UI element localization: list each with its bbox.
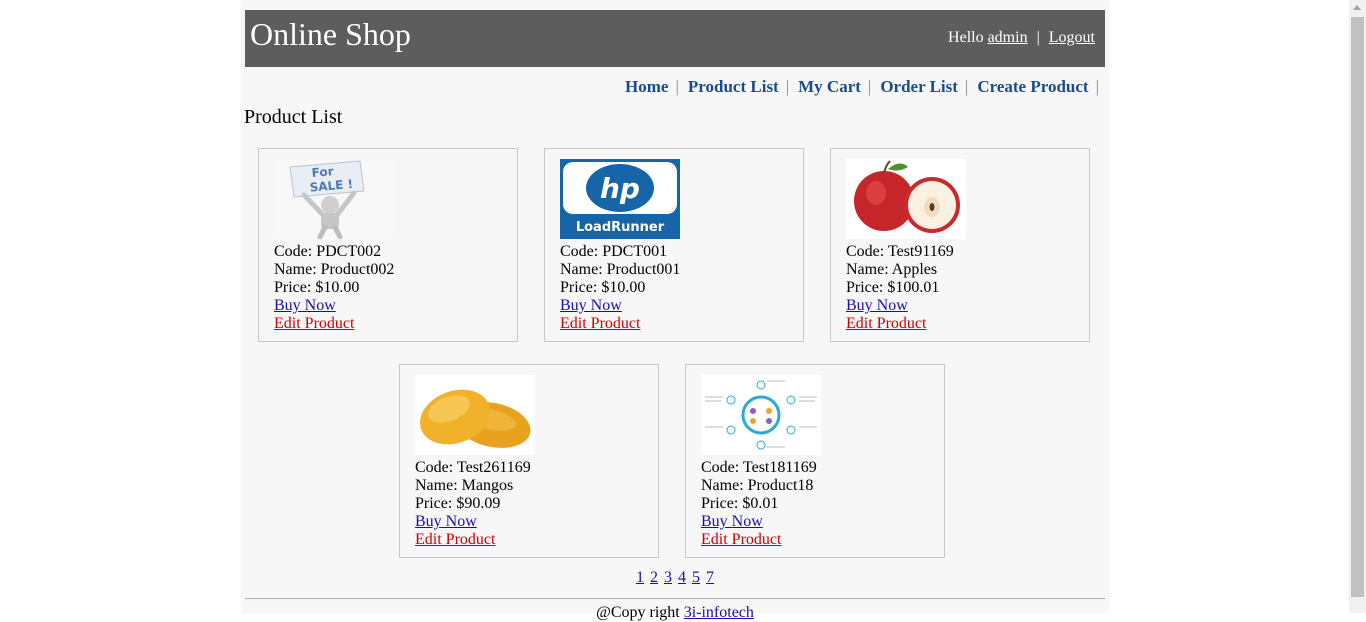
page-link-7[interactable]: 7 — [706, 569, 714, 586]
menu-separator: | — [867, 77, 872, 96]
footer: @Copy right 3i-infotech — [241, 604, 1109, 622]
pagination: 1 2 3 4 5 7 — [241, 569, 1109, 587]
footer-divider — [245, 598, 1105, 599]
hp-loadrunner-logo-image[interactable]: hp LoadRunner — [560, 159, 680, 239]
page-link-4[interactable]: 4 — [678, 569, 686, 586]
product-code: Code: PDCT002 — [274, 243, 382, 260]
product-code: Code: Test91169 — [846, 243, 954, 260]
page-link-5[interactable]: 5 — [692, 569, 700, 586]
product-card: Code: Test181169 Name: Product18 Price: … — [685, 364, 945, 558]
product-info: Code: Test181169 Name: Product18 Price: … — [701, 459, 817, 549]
product-card: Code: Test91169 Name: Apples Price: $100… — [830, 148, 1090, 342]
mango-photo-image[interactable] — [415, 375, 535, 455]
site-title: Online Shop — [250, 16, 411, 52]
buy-now-link[interactable]: Buy Now — [274, 297, 336, 314]
logout-link[interactable]: Logout — [1049, 29, 1095, 46]
product-card: hp LoadRunner Code: PDCT001 Name: Produc… — [544, 148, 804, 342]
product-name: Name: Product18 — [701, 477, 814, 494]
loadrunner-text: LoadRunner — [576, 220, 665, 235]
product-price: Price: $100.01 — [846, 279, 940, 296]
main-menu: Home | Product List | My Cart | Order List | Cre… — [625, 77, 1099, 97]
menu-separator: | — [675, 77, 679, 96]
menu-separator: | — [964, 77, 969, 96]
diagram-thumbnail-image[interactable] — [701, 375, 821, 455]
product-price: Price: $10.00 — [560, 279, 646, 296]
edit-product-link[interactable]: Edit Product — [415, 531, 495, 548]
edit-product-link[interactable]: Edit Product — [846, 315, 926, 332]
username-link[interactable]: admin — [988, 29, 1028, 46]
product-price: Price: $0.01 — [701, 495, 779, 512]
product-info: Code: Test261169 Name: Mangos Price: $90… — [415, 459, 531, 549]
page-container: Online Shop Hello admin | Logout Home | Pr… — [241, 0, 1109, 621]
buy-now-link[interactable]: Buy Now — [415, 513, 477, 530]
product-price: Price: $10.00 — [274, 279, 360, 296]
edit-product-link[interactable]: Edit Product — [560, 315, 640, 332]
for-sale-figure-image[interactable]: For SALE ! — [274, 159, 394, 239]
hp-logo-text: hp — [600, 172, 640, 205]
vertical-scrollbar[interactable] — [1349, 0, 1366, 613]
user-area: Hello admin | Logout — [948, 28, 1095, 48]
menu-separator: | — [1095, 77, 1099, 96]
product-card: Code: Test261169 Name: Mangos Price: $90… — [399, 364, 659, 558]
product-price: Price: $90.09 — [415, 495, 501, 512]
scrollbar-thumb[interactable] — [1351, 17, 1364, 597]
menu-item-product-list[interactable]: Product List — [688, 77, 779, 96]
product-info: Code: PDCT002 Name: Product002 Price: $1… — [274, 243, 394, 333]
apple-photo-image[interactable] — [846, 159, 966, 239]
page-link-1[interactable]: 1 — [636, 569, 644, 586]
page-link-2[interactable]: 2 — [650, 569, 658, 586]
svg-text:For: For — [311, 164, 334, 180]
page-link-3[interactable]: 3 — [664, 569, 672, 586]
product-card: For SALE ! Code: PDCT002 Name: Product00… — [258, 148, 518, 342]
menu-item-my-cart[interactable]: My Cart — [798, 77, 861, 96]
menu-separator: | — [785, 77, 790, 96]
edit-product-link[interactable]: Edit Product — [701, 531, 781, 548]
buy-now-link[interactable]: Buy Now — [846, 297, 908, 314]
product-info: Code: Test91169 Name: Apples Price: $100… — [846, 243, 954, 333]
product-code: Code: PDCT001 — [560, 243, 668, 260]
product-name: Name: Product002 — [274, 261, 395, 278]
menu-item-order-list[interactable]: Order List — [880, 77, 958, 96]
buy-now-link[interactable]: Buy Now — [560, 297, 622, 314]
page-title: Product List — [244, 106, 343, 128]
product-name: Name: Apples — [846, 261, 938, 278]
edit-product-link[interactable]: Edit Product — [274, 315, 354, 332]
menu-item-create-product[interactable]: Create Product — [977, 77, 1088, 96]
hello-text: Hello — [948, 29, 984, 46]
product-info: Code: PDCT001 Name: Product001 Price: $1… — [560, 243, 680, 333]
menu-item-home[interactable]: Home — [625, 77, 668, 96]
product-code: Code: Test261169 — [415, 459, 531, 476]
site-header: Online Shop Hello admin | Logout — [245, 10, 1105, 67]
buy-now-link[interactable]: Buy Now — [701, 513, 763, 530]
product-name: Name: Product001 — [560, 261, 681, 278]
product-name: Name: Mangos — [415, 477, 514, 494]
product-code: Code: Test181169 — [701, 459, 817, 476]
header-separator: | — [1036, 29, 1040, 46]
scroll-up-arrow-icon[interactable] — [1353, 5, 1361, 10]
